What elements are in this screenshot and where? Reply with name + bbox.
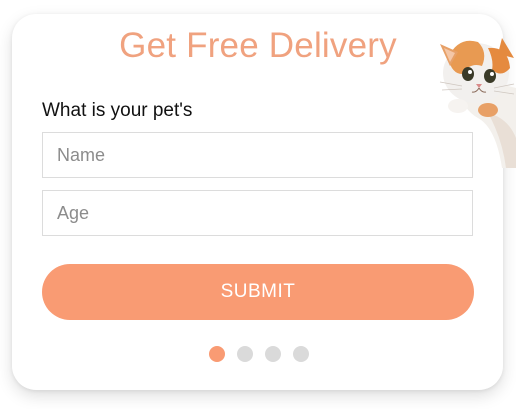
pagination-dots [209, 346, 309, 362]
pet-name-input[interactable] [42, 132, 473, 178]
pet-prompt-label: What is your pet's [42, 100, 193, 121]
pagination-dot-3[interactable] [265, 346, 281, 362]
pet-age-input[interactable] [42, 190, 473, 236]
delivery-widget: Get Free Delivery What is your pet's Nam… [0, 0, 516, 409]
pagination-dot-2[interactable] [237, 346, 253, 362]
submit-button[interactable]: SUBMIT [42, 264, 474, 320]
pagination-dot-4[interactable] [293, 346, 309, 362]
pagination-dot-1[interactable] [209, 346, 225, 362]
